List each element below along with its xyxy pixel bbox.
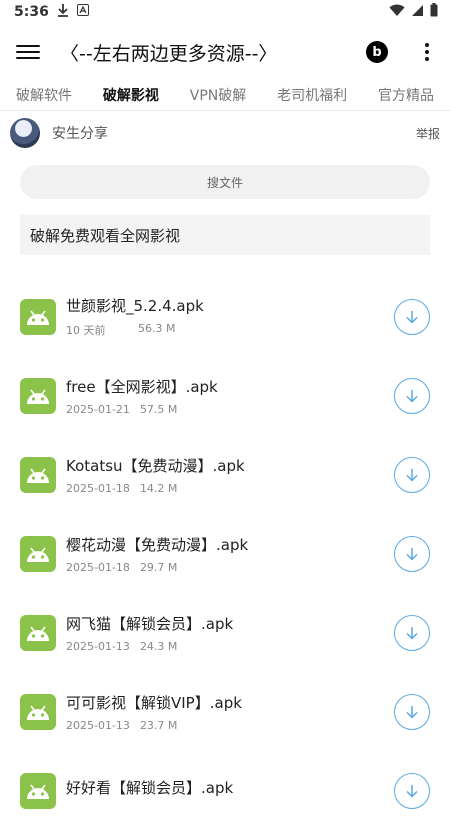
- signal-icon: [411, 4, 424, 21]
- file-name: 樱花动漫【免费动漫】.apk: [66, 535, 249, 554]
- android-icon: [20, 377, 56, 414]
- file-name: 好好看【解锁会员】.apk: [66, 779, 234, 797]
- file-size: 29.7 M: [139, 560, 178, 574]
- android-icon: [20, 456, 56, 493]
- download-icon[interactable]: [394, 298, 430, 335]
- file-list: 世颜影视_5.2.4.apk 10 天前 56.3 M free【全网影视】.ap…: [0, 277, 450, 830]
- file-size: 57.5 M: [139, 402, 178, 416]
- more-options-icon[interactable]: [424, 43, 430, 61]
- file-name: Kotatsu【免费动漫】.apk: [66, 456, 245, 475]
- file-name: 世颜影视_5.2.4.apk: [66, 297, 204, 315]
- file-size: 14.2 M: [139, 481, 178, 495]
- android-icon: [20, 772, 56, 809]
- wifi-icon: [389, 4, 405, 21]
- file-name: 可可影视【解锁VIP】.apk: [66, 693, 242, 712]
- report-link[interactable]: 举报: [416, 125, 440, 142]
- file-date: 2025-01-18: [66, 560, 130, 574]
- download-icon[interactable]: [394, 456, 430, 493]
- file-date: 2025-01-18: [66, 481, 130, 495]
- android-icon: [20, 693, 56, 730]
- battery-icon: [430, 3, 438, 21]
- download-icon[interactable]: [394, 377, 430, 414]
- list-item[interactable]: 樱花动漫【免费动漫】.apk 2025-01-18 29.7 M: [0, 514, 450, 593]
- avatar[interactable]: [10, 118, 40, 148]
- user-bar: 安生分享 举报: [0, 111, 450, 155]
- android-icon: [20, 614, 56, 651]
- menu-icon[interactable]: [16, 40, 40, 64]
- list-item[interactable]: free【全网影视】.apk 2025-01-21 57.5 M: [0, 356, 450, 435]
- list-item[interactable]: 可可影视【解锁VIP】.apk 2025-01-13 23.7 M: [0, 672, 450, 751]
- search-files-button[interactable]: 搜文件: [20, 165, 430, 199]
- download-icon[interactable]: [394, 772, 430, 809]
- tab-official[interactable]: 官方精品: [378, 85, 434, 105]
- android-icon: [20, 298, 56, 335]
- file-name: free【全网影视】.apk: [66, 377, 218, 396]
- tab-bar: 破解软件 破解影视 VPN破解 老司机福利 官方精品: [0, 80, 450, 111]
- user-name[interactable]: 安生分享: [52, 123, 416, 143]
- list-item[interactable]: 世颜影视_5.2.4.apk 10 天前 56.3 M: [0, 277, 450, 356]
- list-item[interactable]: 好好看【解锁会员】.apk: [0, 751, 450, 830]
- download-icon[interactable]: [394, 614, 430, 651]
- file-date: 2025-01-21: [66, 402, 130, 416]
- file-date: 10 天前: [66, 324, 106, 337]
- file-size: 56.3 M: [138, 322, 176, 335]
- status-time: 5:36: [14, 4, 49, 20]
- app-status-icon: [76, 4, 89, 20]
- list-item[interactable]: 网飞猫【解锁会员】.apk 2025-01-13 24.3 M: [0, 593, 450, 672]
- download-icon[interactable]: [394, 535, 430, 572]
- app-bar: 〈--左右两边更多资源--〉 b: [0, 24, 450, 80]
- tab-cracked-software[interactable]: 破解软件: [16, 85, 72, 105]
- file-date: 2025-01-13: [66, 639, 130, 653]
- tab-cracked-video[interactable]: 破解影视: [103, 85, 159, 105]
- download-status-icon: [57, 3, 69, 21]
- file-size: 24.3 M: [139, 639, 178, 653]
- tab-vpn[interactable]: VPN破解: [190, 85, 247, 105]
- file-name: 网飞猫【解锁会员】.apk: [66, 614, 234, 633]
- file-size: 23.7 M: [139, 718, 178, 732]
- folder-description: 破解免费观看全网影视: [20, 215, 430, 255]
- status-bar: 5:36: [0, 0, 450, 24]
- list-item[interactable]: Kotatsu【免费动漫】.apk 2025-01-18 14.2 M: [0, 435, 450, 514]
- file-date: 2025-01-13: [66, 718, 130, 732]
- download-icon[interactable]: [394, 693, 430, 730]
- beats-icon[interactable]: b: [366, 41, 388, 63]
- tab-welfare[interactable]: 老司机福利: [277, 85, 347, 105]
- page-title: 〈--左右两边更多资源--〉: [60, 42, 278, 65]
- android-icon: [20, 535, 56, 572]
